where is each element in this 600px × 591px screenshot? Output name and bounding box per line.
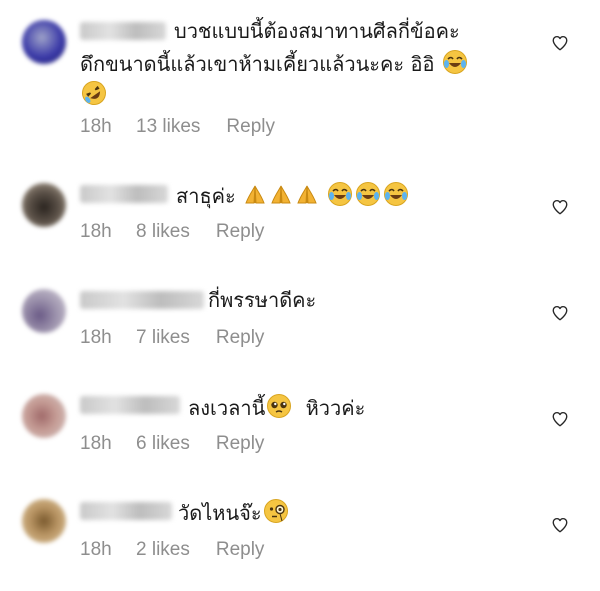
username[interactable] [80, 22, 166, 40]
comment-text: หิววค่ะ [305, 396, 366, 420]
reply-button[interactable]: Reply [216, 433, 265, 455]
face-with-tears-of-joy-icon [442, 49, 468, 82]
heart-outline-icon[interactable] [551, 34, 569, 52]
timestamp: 18h [80, 116, 112, 137]
avatar[interactable] [22, 289, 66, 333]
comment-text-line: วัดไหนจ๊ะ [178, 498, 290, 531]
likes-count[interactable]: 2 likes [136, 539, 190, 561]
reply-button[interactable]: Reply [216, 221, 265, 243]
likes-count[interactable]: 8 likes [136, 221, 190, 243]
timestamp: 18h [80, 327, 112, 348]
comment-meta: 18h 8 likes Reply [80, 221, 264, 243]
reply-button[interactable]: Reply [226, 116, 275, 138]
likes-count[interactable]: 6 likes [136, 433, 190, 455]
avatar[interactable] [22, 183, 66, 227]
reply-button[interactable]: Reply [216, 327, 265, 349]
timestamp: 18h [80, 221, 112, 242]
comment-text: วัดไหนจ๊ะ [178, 501, 262, 525]
comment-meta: 18h 6 likes Reply [80, 433, 264, 455]
username[interactable] [80, 185, 168, 203]
rolling-on-floor-laughing-icon [81, 80, 107, 113]
comment-meta: 18h 2 likes Reply [80, 539, 264, 561]
face-with-tears-of-joy-icon [355, 181, 381, 214]
comment-text: ดึกขนาดนี้แล้วเขาห้ามเคี้ยวแล้วนะคะ อิอิ [80, 52, 435, 76]
avatar[interactable] [22, 499, 66, 543]
face-with-tears-of-joy-icon [383, 181, 409, 214]
comment-text-continued: ดึกขนาดนี้แล้วเขาห้ามเคี้ยวแล้วนะคะ อิอิ [80, 49, 469, 82]
comment-meta: 18h 13 likes Reply [80, 116, 275, 138]
folded-hands-icon [295, 183, 319, 214]
likes-count[interactable]: 13 likes [136, 116, 200, 138]
comment-text: สาธุค่ะ [176, 184, 236, 208]
comment-meta: 18h 7 likes Reply [80, 327, 264, 349]
username[interactable] [80, 396, 180, 414]
timestamp: 18h [80, 433, 112, 454]
timestamp: 18h [80, 539, 112, 560]
comment-text: ลงเวลานี้ [188, 396, 266, 420]
comment-text: บวชแบบนี้ต้องสมาทานศีลกี่ข้อคะ [174, 19, 460, 43]
comment-text-line: สาธุค่ะ [176, 181, 410, 214]
comment-text-emoji-line [80, 80, 108, 113]
heart-outline-icon[interactable] [551, 410, 569, 428]
avatar[interactable] [22, 394, 66, 438]
reply-button[interactable]: Reply [216, 539, 265, 561]
face-with-tears-of-joy-icon [327, 181, 353, 214]
heart-outline-icon[interactable] [551, 304, 569, 322]
folded-hands-icon [269, 183, 293, 214]
heart-outline-icon[interactable] [551, 516, 569, 534]
avatar[interactable] [22, 20, 66, 64]
username[interactable] [80, 291, 204, 309]
pleading-face-icon [266, 393, 292, 426]
heart-outline-icon[interactable] [551, 198, 569, 216]
face-with-monocle-icon [263, 498, 289, 531]
comment-text: กี่พรรษาดีคะ [208, 288, 317, 312]
username[interactable] [80, 502, 172, 520]
comment-text-line: ลงเวลานี้ หิววค่ะ [188, 393, 365, 426]
folded-hands-icon [243, 183, 267, 214]
likes-count[interactable]: 7 likes [136, 327, 190, 349]
